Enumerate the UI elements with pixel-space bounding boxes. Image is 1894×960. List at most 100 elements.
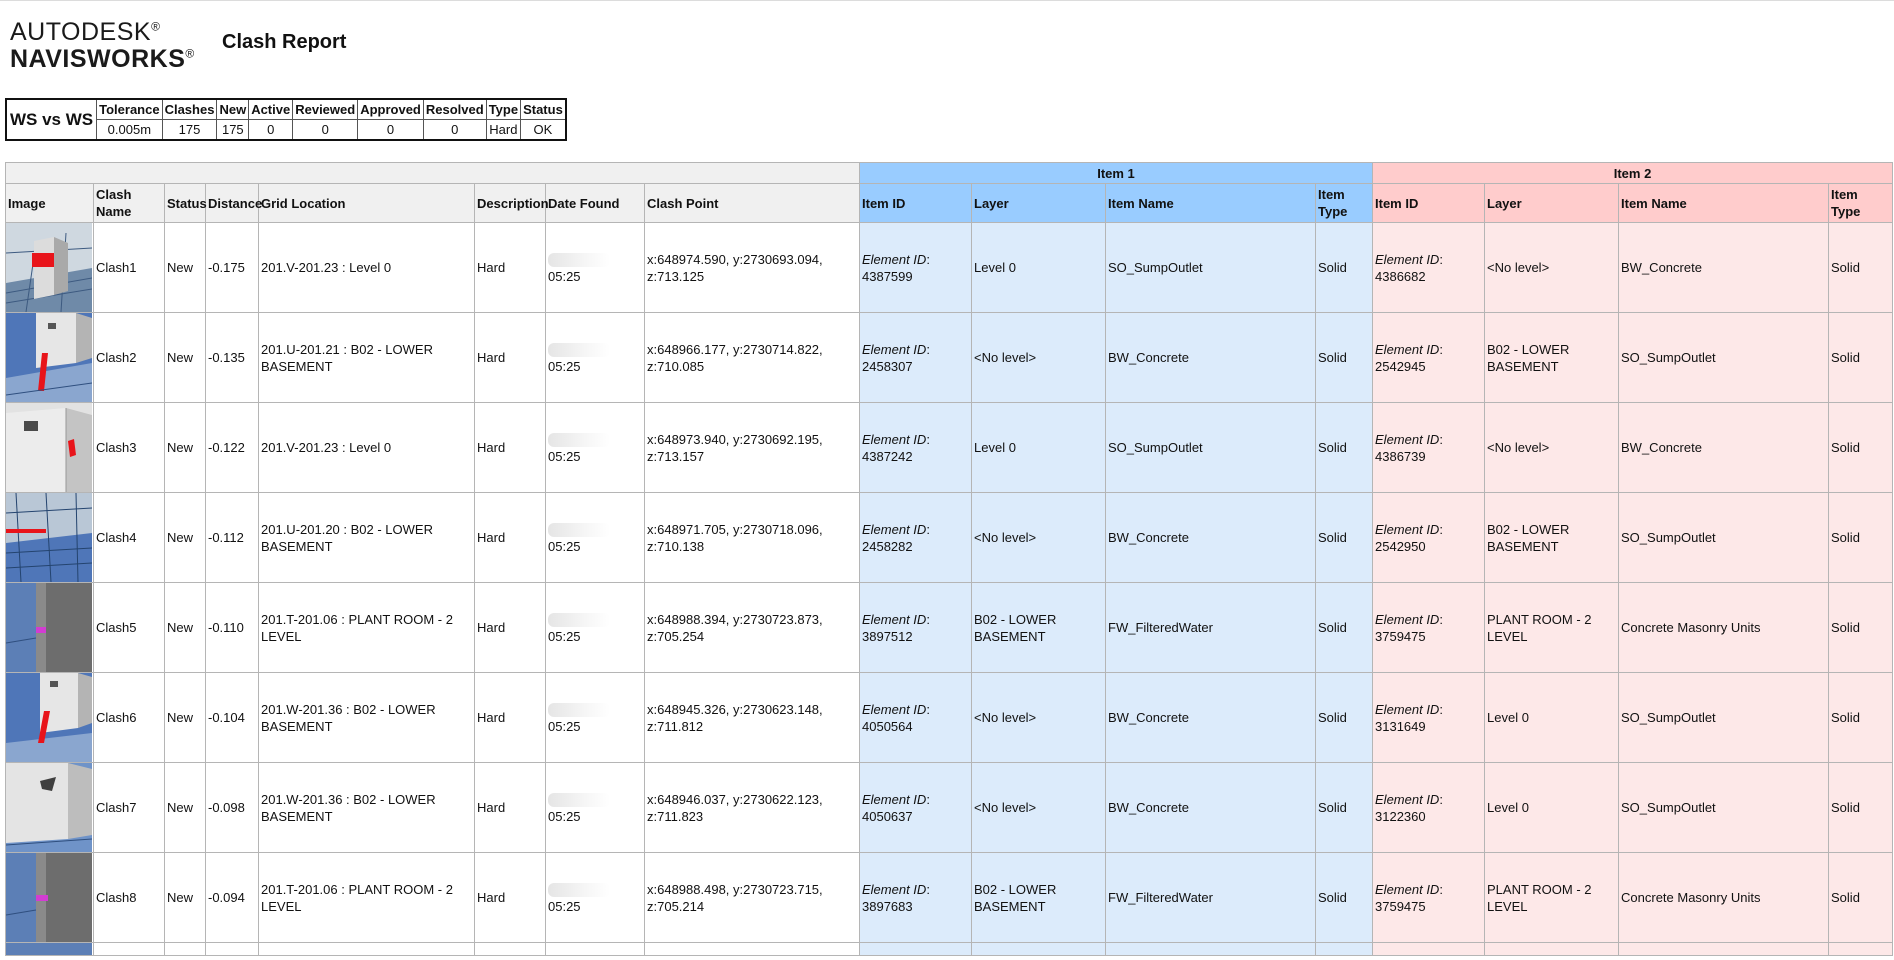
element-id-label: Element ID [862, 701, 927, 717]
element-id-value: 3897683 [862, 898, 913, 914]
column-header-row: Image Clash Name Status Distance Grid Lo… [5, 183, 1894, 223]
clash-thumbnail[interactable] [5, 942, 94, 956]
item1-name: SO_SumpOutlet [1105, 222, 1316, 313]
element-id-value: 4387242 [862, 448, 913, 464]
summary-value: OK [520, 119, 567, 141]
date-found: 05:25 [545, 222, 645, 313]
item2-id: Element ID: 3122360 [1372, 762, 1486, 853]
item1-type: Solid [1314, 402, 1374, 493]
col-header-date-found: Date Found [545, 183, 645, 223]
empty-cell [164, 942, 206, 956]
grid-location: 201.T-201.06 : PLANT ROOM - 2 LEVEL [258, 852, 475, 943]
logo-line-2: NAVISWORKS® [10, 45, 195, 73]
clash-point: x:648988.394, y:2730723.873, z:705.254 [644, 582, 860, 673]
summary-value: 0.005m [96, 119, 163, 141]
clash-distance: -0.112 [205, 492, 259, 583]
item2-name: BW_Concrete [1618, 402, 1830, 493]
grid-location: 201.V-201.23 : Level 0 [258, 402, 475, 493]
element-id-label: Element ID [862, 791, 927, 807]
summary-value: 0 [422, 119, 487, 141]
grid-location: 201.W-201.36 : B02 - LOWER BASEMENT [258, 672, 475, 763]
col-header-item1-name: Item Name [1105, 183, 1316, 223]
item1-type: Solid [1314, 312, 1374, 403]
element-id-label: Element ID [1375, 791, 1440, 807]
clash-thumbnail[interactable] [5, 402, 94, 493]
summary-header: Type [485, 98, 522, 120]
item2-type: Solid [1828, 492, 1894, 583]
clash-name: Clash7 [93, 762, 165, 853]
redacted-date [548, 613, 610, 628]
element-id-value: 4386739 [1375, 448, 1426, 464]
empty-cell [474, 942, 546, 956]
clash-name: Clash4 [93, 492, 165, 583]
item2-name: SO_SumpOutlet [1618, 492, 1830, 583]
top-border-line [0, 0, 1894, 1]
clash-distance: -0.098 [205, 762, 259, 853]
item2-layer: B02 - LOWER BASEMENT [1484, 492, 1620, 583]
group-header-blank [5, 162, 860, 184]
element-id-label: Element ID [1375, 881, 1440, 897]
table-row: Clash4 New -0.112 201.U-201.20 : B02 - L… [5, 492, 1894, 583]
date-found: 05:25 [545, 672, 645, 763]
item2-id: Element ID: 4386682 [1372, 222, 1486, 313]
item2-type: Solid [1828, 852, 1894, 943]
clash-thumbnail[interactable] [5, 852, 94, 943]
element-id-label: Element ID [862, 431, 927, 447]
clash-thumbnail-image [6, 673, 92, 762]
clash-thumbnail-image [6, 403, 92, 492]
col-header-item2-layer: Layer [1484, 183, 1620, 223]
table-row-partial [5, 942, 1894, 956]
col-header-clash-name: Clash Name [93, 183, 165, 223]
summary-header: Resolved [422, 98, 487, 120]
clash-distance: -0.104 [205, 672, 259, 763]
clash-thumbnail[interactable] [5, 582, 94, 673]
item2-id: Element ID: 4386739 [1372, 402, 1486, 493]
clash-distance: -0.094 [205, 852, 259, 943]
clash-thumbnail[interactable] [5, 762, 94, 853]
empty-cell [971, 942, 1106, 956]
item2-name: Concrete Masonry Units [1618, 582, 1830, 673]
clash-thumbnail-image [6, 943, 92, 955]
element-id-value: 3122360 [1375, 808, 1426, 824]
item2-type: Solid [1828, 582, 1894, 673]
clash-status: New [164, 222, 206, 313]
redacted-date [548, 343, 610, 358]
test-name: WS vs WS [5, 98, 98, 141]
item1-id: Element ID: 3897512 [859, 582, 972, 673]
autodesk-navisworks-logo: AUTODESK® NAVISWORKS® [10, 20, 195, 72]
element-id-value: 2542945 [1375, 358, 1426, 374]
clash-description: Hard [474, 222, 546, 313]
element-id-value: 4386682 [1375, 268, 1426, 284]
col-header-item1-id: Item ID [859, 183, 972, 223]
grid-location: 201.U-201.21 : B02 - LOWER BASEMENT [258, 312, 475, 403]
item2-name: Concrete Masonry Units [1618, 852, 1830, 943]
clash-status: New [164, 312, 206, 403]
clash-thumbnail[interactable] [5, 312, 94, 403]
summary-header: Reviewed [292, 98, 359, 120]
clash-description: Hard [474, 672, 546, 763]
empty-cell [1618, 942, 1830, 956]
element-id-value: 2542950 [1375, 538, 1426, 554]
summary-header: Status [520, 98, 567, 120]
clash-thumbnail[interactable] [5, 672, 94, 763]
clash-thumbnail[interactable] [5, 492, 94, 583]
clash-name: Clash5 [93, 582, 165, 673]
item2-name: SO_SumpOutlet [1618, 762, 1830, 853]
element-id-label: Element ID [1375, 521, 1440, 537]
clash-thumbnail[interactable] [5, 222, 94, 313]
element-id-value: 4387599 [862, 268, 913, 284]
item1-layer: B02 - LOWER BASEMENT [971, 852, 1106, 943]
element-id-value: 3759475 [1375, 898, 1426, 914]
time-found: 05:25 [548, 448, 581, 464]
element-id-value: 3759475 [1375, 628, 1426, 644]
item1-type: Solid [1314, 492, 1374, 583]
summary-value: 175 [161, 119, 218, 141]
redacted-date [548, 703, 610, 718]
logo-line-1: AUTODESK® [10, 18, 161, 46]
element-id-value: 3131649 [1375, 718, 1426, 734]
empty-cell [1828, 942, 1894, 956]
col-header-item1-layer: Layer [971, 183, 1106, 223]
redacted-date [548, 433, 610, 448]
date-found: 05:25 [545, 402, 645, 493]
clash-description: Hard [474, 852, 546, 943]
